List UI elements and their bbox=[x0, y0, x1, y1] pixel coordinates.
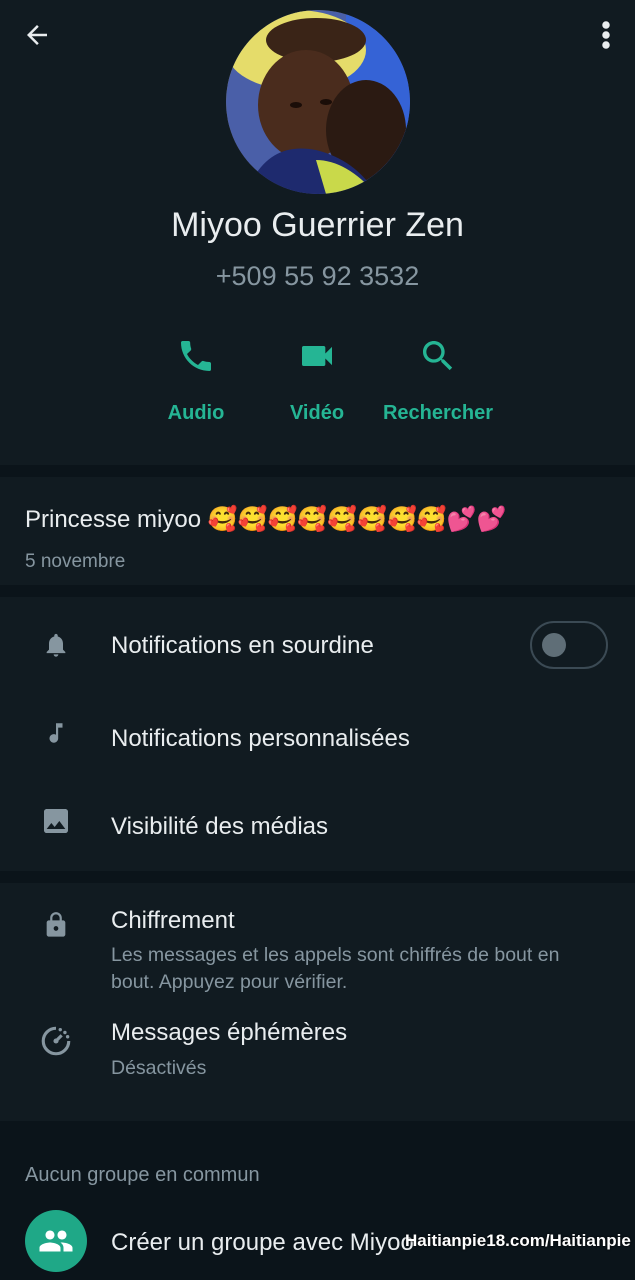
divider bbox=[0, 871, 635, 883]
contact-header: Miyoo Guerrier Zen +509 55 92 3532 Audio… bbox=[0, 0, 635, 465]
back-arrow-icon[interactable] bbox=[22, 20, 52, 50]
contact-phone: +509 55 92 3532 bbox=[215, 261, 420, 291]
media-visibility-row[interactable]: Visibilité des médias bbox=[0, 783, 635, 871]
groups-heading: Aucun groupe en commun bbox=[25, 1164, 260, 1186]
divider bbox=[0, 585, 635, 597]
disappearing-messages-label: Messages éphémères bbox=[111, 1019, 348, 1046]
contact-avatar[interactable] bbox=[226, 10, 410, 194]
divider bbox=[0, 465, 635, 477]
toggle-knob bbox=[542, 633, 566, 657]
phone-icon bbox=[181, 341, 211, 371]
disappearing-messages-status: Désactivés bbox=[111, 1057, 207, 1079]
create-group-button[interactable] bbox=[25, 1210, 87, 1272]
disappearing-messages-row[interactable]: Messages éphémères Désactivés bbox=[0, 1009, 635, 1121]
mute-label: Notifications en sourdine bbox=[111, 632, 374, 659]
image-icon bbox=[44, 809, 68, 833]
bell-icon bbox=[46, 633, 66, 657]
video-icon bbox=[302, 346, 332, 366]
watermark: Haitianpie18.com/Haitianpie bbox=[405, 1231, 631, 1250]
custom-notifications-label: Notifications personnalisées bbox=[111, 725, 410, 752]
music-note-icon bbox=[49, 723, 63, 743]
encryption-label: Chiffrement bbox=[111, 907, 235, 934]
audio-call-button[interactable]: Audio bbox=[131, 332, 261, 425]
create-group-label[interactable]: Créer un groupe avec Miyoo bbox=[111, 1229, 414, 1257]
mute-toggle[interactable] bbox=[530, 621, 608, 669]
mute-notifications-row[interactable]: Notifications en sourdine bbox=[0, 597, 635, 693]
search-label: Rechercher bbox=[382, 402, 494, 424]
search-icon bbox=[423, 341, 453, 371]
video-call-button[interactable]: Vidéo bbox=[252, 332, 382, 425]
notification-settings: Notifications en sourdine Notifications … bbox=[0, 597, 635, 871]
privacy-settings: Chiffrement Les messages et les appels s… bbox=[0, 883, 635, 1121]
lock-icon bbox=[46, 912, 66, 937]
group-icon bbox=[39, 1230, 73, 1252]
more-options-icon[interactable] bbox=[599, 20, 613, 50]
audio-label: Audio bbox=[167, 402, 225, 424]
about-section[interactable]: Princesse miyoo 🥰🥰🥰🥰🥰🥰🥰🥰💕💕 5 novembre bbox=[0, 477, 635, 585]
encryption-description: Les messages et les appels sont chiffrés… bbox=[111, 944, 560, 993]
media-visibility-label: Visibilité des médias bbox=[111, 813, 328, 840]
search-button[interactable]: Rechercher bbox=[373, 332, 503, 425]
video-label: Vidéo bbox=[289, 402, 345, 424]
about-date: 5 novembre bbox=[25, 551, 126, 572]
encryption-row[interactable]: Chiffrement Les messages et les appels s… bbox=[0, 883, 635, 1009]
timer-icon bbox=[41, 1026, 71, 1056]
custom-notifications-row[interactable]: Notifications personnalisées bbox=[0, 693, 635, 783]
contact-name: Miyoo Guerrier Zen bbox=[171, 206, 464, 244]
about-text: Princesse miyoo 🥰🥰🥰🥰🥰🥰🥰🥰💕💕 bbox=[25, 506, 507, 533]
